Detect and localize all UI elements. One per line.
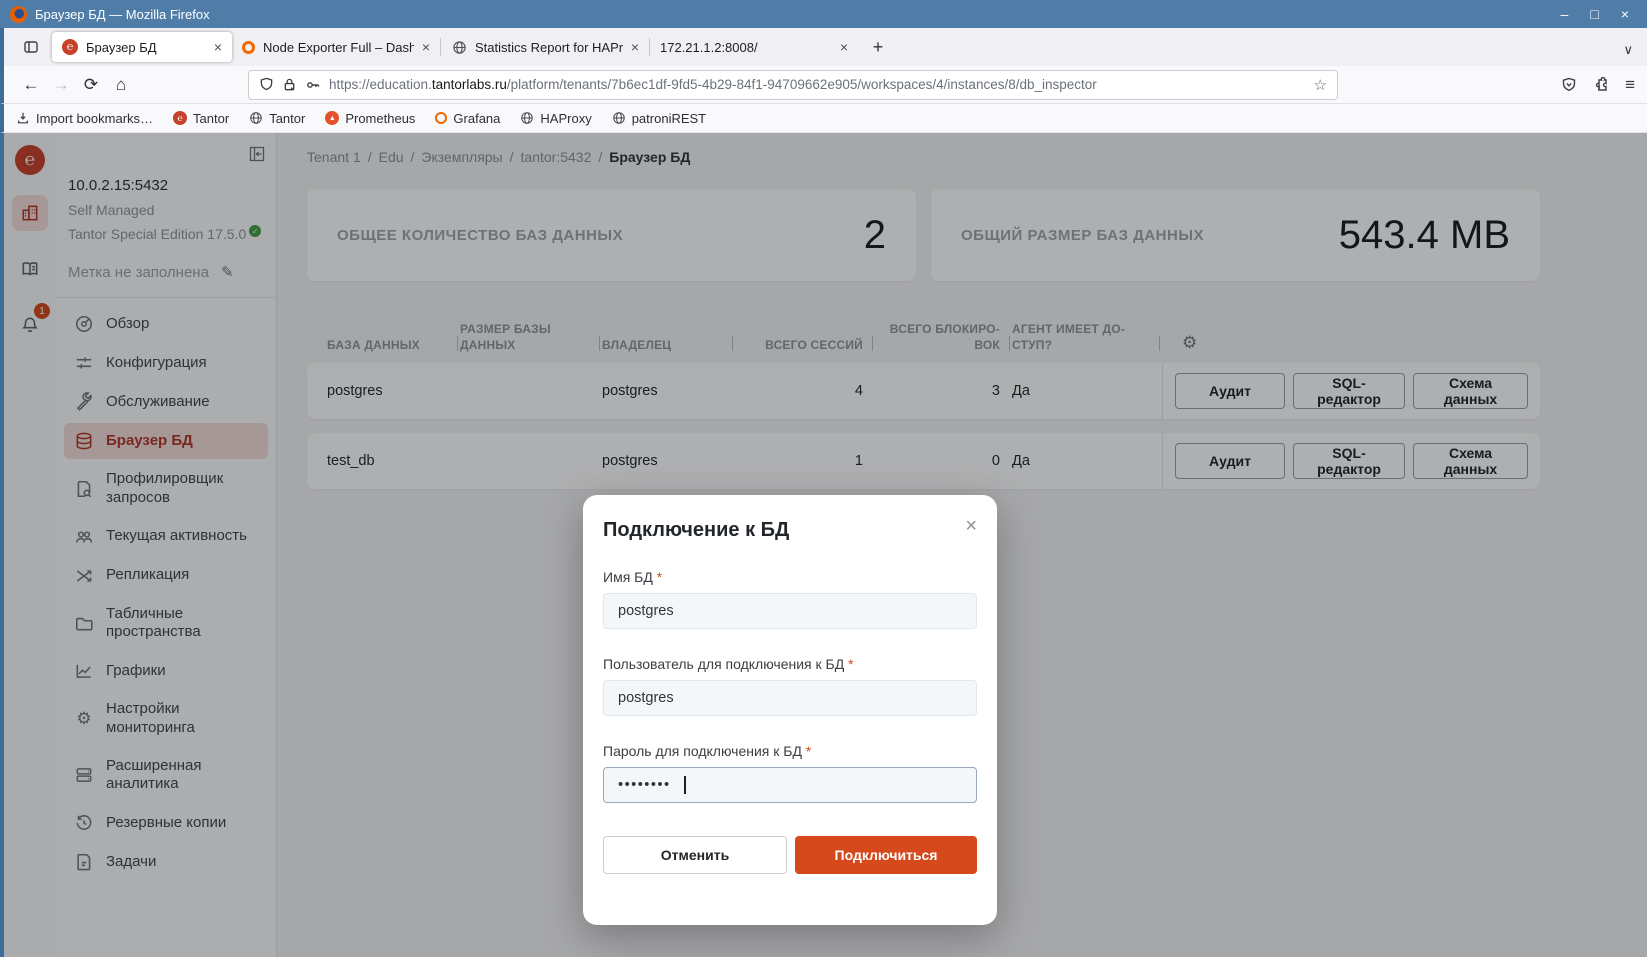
window-minimize-button[interactable]: – <box>1561 6 1569 22</box>
bookmarks-bar: Import bookmarks… ℮ Tantor Tantor ▲ Prom… <box>0 104 1647 133</box>
tab-close-icon[interactable]: × <box>840 39 848 55</box>
firefox-icon <box>10 6 27 23</box>
window-close-button[interactable]: × <box>1621 6 1629 22</box>
url-domain: tantorlabs.ru <box>432 77 507 92</box>
modal-actions: Отменить Подключиться <box>603 836 977 874</box>
tab-close-icon[interactable]: × <box>631 39 639 55</box>
text-caret <box>684 776 686 794</box>
list-all-tabs-icon[interactable]: ∨ <box>1623 42 1633 58</box>
tab-node-exporter[interactable]: Node Exporter Full – Dashbo × <box>232 32 440 62</box>
required-asterisk: * <box>657 569 662 585</box>
import-icon <box>16 111 30 125</box>
field-label: Пользователь для подключения к БД * <box>603 656 977 672</box>
globe-favicon <box>249 111 263 125</box>
tab-bar: ℮ Браузер БД × Node Exporter Full – Dash… <box>0 28 1647 66</box>
tab-label: Браузер БД <box>86 40 206 55</box>
bookmark-import[interactable]: Import bookmarks… <box>16 111 153 126</box>
lock-warning-icon[interactable] <box>282 77 297 92</box>
field-label-text: Пользователь для подключения к БД <box>603 656 844 672</box>
db-password-input[interactable] <box>603 767 977 803</box>
bookmark-grafana[interactable]: Grafana <box>435 111 500 126</box>
url-text: https://education.tantorlabs.ru/platform… <box>329 77 1306 92</box>
url-bar[interactable]: https://education.tantorlabs.ru/platform… <box>248 70 1338 100</box>
tab-db-browser[interactable]: ℮ Браузер БД × <box>52 32 232 62</box>
field-label: Пароль для подключения к БД * <box>603 743 977 759</box>
field-label: Имя БД * <box>603 569 977 585</box>
window-titlebar: Браузер БД — Mozilla Firefox – □ × <box>0 0 1647 28</box>
firefox-window: Браузер БД — Mozilla Firefox – □ × ℮ Бра… <box>0 0 1647 957</box>
bookmark-label: Import bookmarks… <box>36 111 153 126</box>
bookmark-label: Prometheus <box>345 111 415 126</box>
bookmark-label: HAProxy <box>540 111 591 126</box>
required-asterisk: * <box>848 656 853 672</box>
bookmark-label: patroniREST <box>632 111 706 126</box>
db-connection-modal: Подключение к БД × Имя БД * Пользователь… <box>583 495 997 925</box>
extensions-icon[interactable] <box>1593 77 1609 93</box>
url-path: /platform/tenants/7b6ec1df-9fd5-4b29-84f… <box>507 77 1097 92</box>
field-label-text: Пароль для подключения к БД <box>603 743 802 759</box>
back-button[interactable]: ← <box>16 70 46 100</box>
close-icon[interactable]: × <box>965 515 977 538</box>
forward-button[interactable]: → <box>46 70 76 100</box>
new-tab-button[interactable]: + <box>864 33 892 61</box>
tantor-favicon: ℮ <box>62 39 78 55</box>
shield-icon[interactable] <box>259 77 274 92</box>
bookmark-tantor-globe[interactable]: Tantor <box>249 111 305 126</box>
required-asterisk: * <box>806 743 811 759</box>
field-label-text: Имя БД <box>603 569 653 585</box>
grafana-favicon <box>242 41 255 54</box>
reload-button[interactable]: ⟳ <box>76 70 106 100</box>
tab-label: Statistics Report for HAProx <box>475 40 623 55</box>
globe-favicon <box>612 111 626 125</box>
tab-close-icon[interactable]: × <box>214 39 222 55</box>
bookmark-label: Grafana <box>453 111 500 126</box>
home-button[interactable]: ⌂ <box>106 70 136 100</box>
window-maximize-button[interactable]: □ <box>1590 6 1598 22</box>
field-db-password: Пароль для подключения к БД * <box>603 743 977 803</box>
tab-label: 172.21.1.2:8008/ <box>660 40 832 55</box>
connect-button[interactable]: Подключиться <box>795 836 977 874</box>
bookmark-label: Tantor <box>193 111 229 126</box>
menu-icon[interactable]: ≡ <box>1625 75 1635 95</box>
url-prefix: https://education. <box>329 77 432 92</box>
bookmark-prometheus[interactable]: ▲ Prometheus <box>325 111 415 126</box>
tab-close-icon[interactable]: × <box>422 39 430 55</box>
bookmark-star-icon[interactable]: ☆ <box>1314 76 1327 94</box>
globe-favicon <box>520 111 534 125</box>
navigation-toolbar: ← → ⟳ ⌂ https://education.tantorlabs.ru/… <box>0 66 1647 104</box>
key-icon[interactable] <box>305 77 321 93</box>
prometheus-favicon: ▲ <box>325 111 339 125</box>
db-user-input[interactable] <box>603 680 977 716</box>
globe-favicon <box>451 39 467 55</box>
tab-haproxy-stats[interactable]: Statistics Report for HAProx × <box>441 32 649 62</box>
field-db-name: Имя БД * <box>603 569 977 629</box>
pocket-shield-icon[interactable] <box>1561 77 1577 93</box>
window-title: Браузер БД — Mozilla Firefox <box>35 7 210 22</box>
bookmark-tantor[interactable]: ℮ Tantor <box>173 111 229 126</box>
page-content: ℮ 1 10.0.2.15:5432 Self Managed Tantor S… <box>0 133 1647 957</box>
firefox-view-icon[interactable] <box>14 32 48 62</box>
bookmark-haproxy[interactable]: HAProxy <box>520 111 591 126</box>
bookmark-patronirest[interactable]: patroniREST <box>612 111 706 126</box>
bookmark-label: Tantor <box>269 111 305 126</box>
grafana-favicon <box>435 112 447 124</box>
db-name-input[interactable] <box>603 593 977 629</box>
tab-patroni[interactable]: 172.21.1.2:8008/ × <box>650 32 858 62</box>
tab-label: Node Exporter Full – Dashbo <box>263 40 414 55</box>
field-db-user: Пользователь для подключения к БД * <box>603 656 977 716</box>
tantor-favicon: ℮ <box>173 111 187 125</box>
cancel-button[interactable]: Отменить <box>603 836 787 874</box>
modal-title: Подключение к БД <box>603 519 977 542</box>
